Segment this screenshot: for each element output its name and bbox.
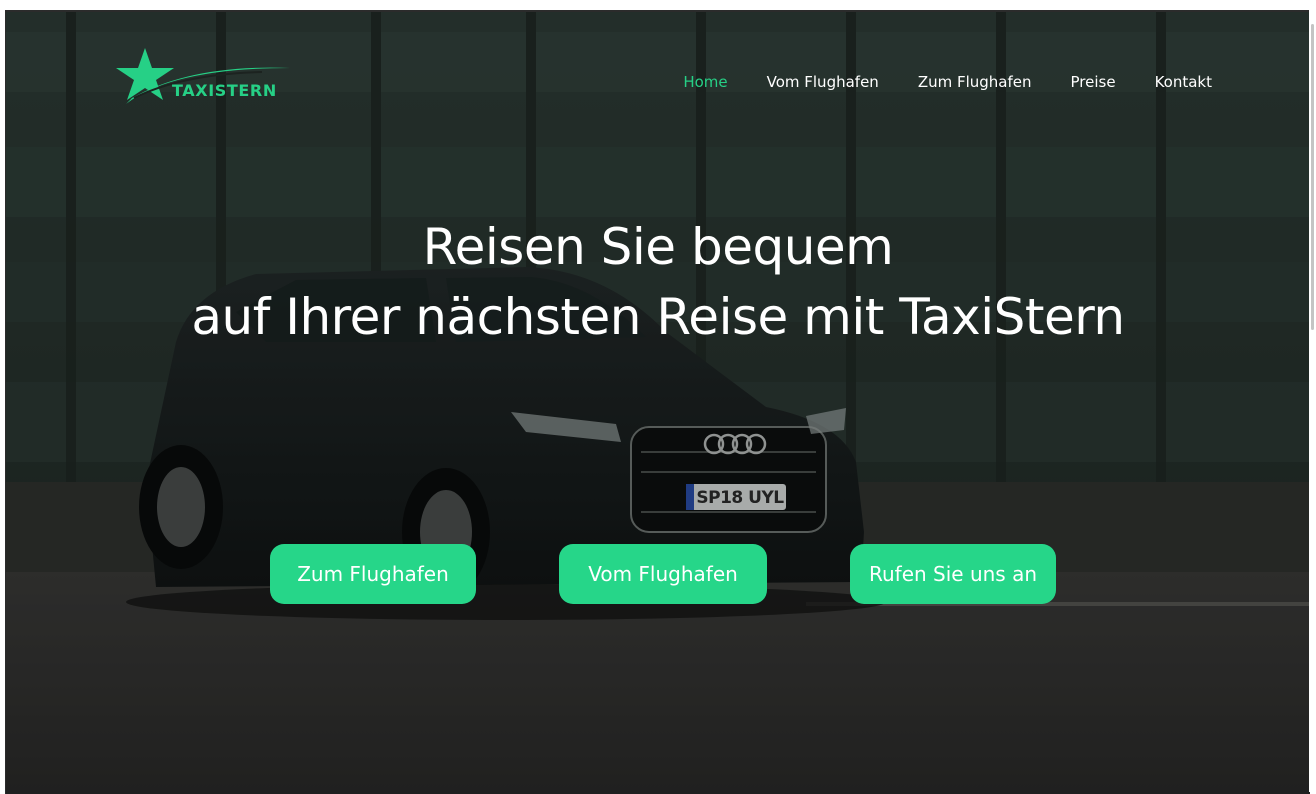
hero-headline: Reisen Sie bequem auf Ihrer nächsten Rei… xyxy=(6,212,1310,352)
call-us-button[interactable]: Rufen Sie uns an xyxy=(850,544,1056,604)
license-plate-text: SP18 UYL xyxy=(696,488,784,508)
zum-flughafen-button[interactable]: Zum Flughafen xyxy=(270,544,476,604)
hero-section: SP18 UYL TAXISTERN Home Vom Flughafen Zu… xyxy=(5,10,1310,794)
nav-item-zum-flughafen[interactable]: Zum Flughafen xyxy=(918,70,1032,94)
browser-viewport: SP18 UYL TAXISTERN Home Vom Flughafen Zu… xyxy=(0,0,1316,794)
hero-headline-line-2: auf Ihrer nächsten Reise mit TaxiStern xyxy=(191,288,1125,346)
brand-name: TAXISTERN xyxy=(172,81,277,100)
scrollbar-thumb[interactable] xyxy=(1311,24,1314,330)
nav-item-vom-flughafen[interactable]: Vom Flughafen xyxy=(767,70,879,94)
nav-item-home[interactable]: Home xyxy=(683,70,727,94)
hero-headline-line-1: Reisen Sie bequem xyxy=(422,218,894,276)
star-swoosh-icon xyxy=(116,48,290,104)
brand-logo[interactable]: TAXISTERN xyxy=(112,46,294,110)
vom-flughafen-button[interactable]: Vom Flughafen xyxy=(559,544,767,604)
hero-dark-overlay xyxy=(6,12,1310,794)
nav-item-preise[interactable]: Preise xyxy=(1071,70,1116,94)
main-navigation: Home Vom Flughafen Zum Flughafen Preise … xyxy=(644,70,1212,94)
nav-item-kontakt[interactable]: Kontakt xyxy=(1155,70,1212,94)
page-scrollbar[interactable] xyxy=(1309,10,1316,792)
